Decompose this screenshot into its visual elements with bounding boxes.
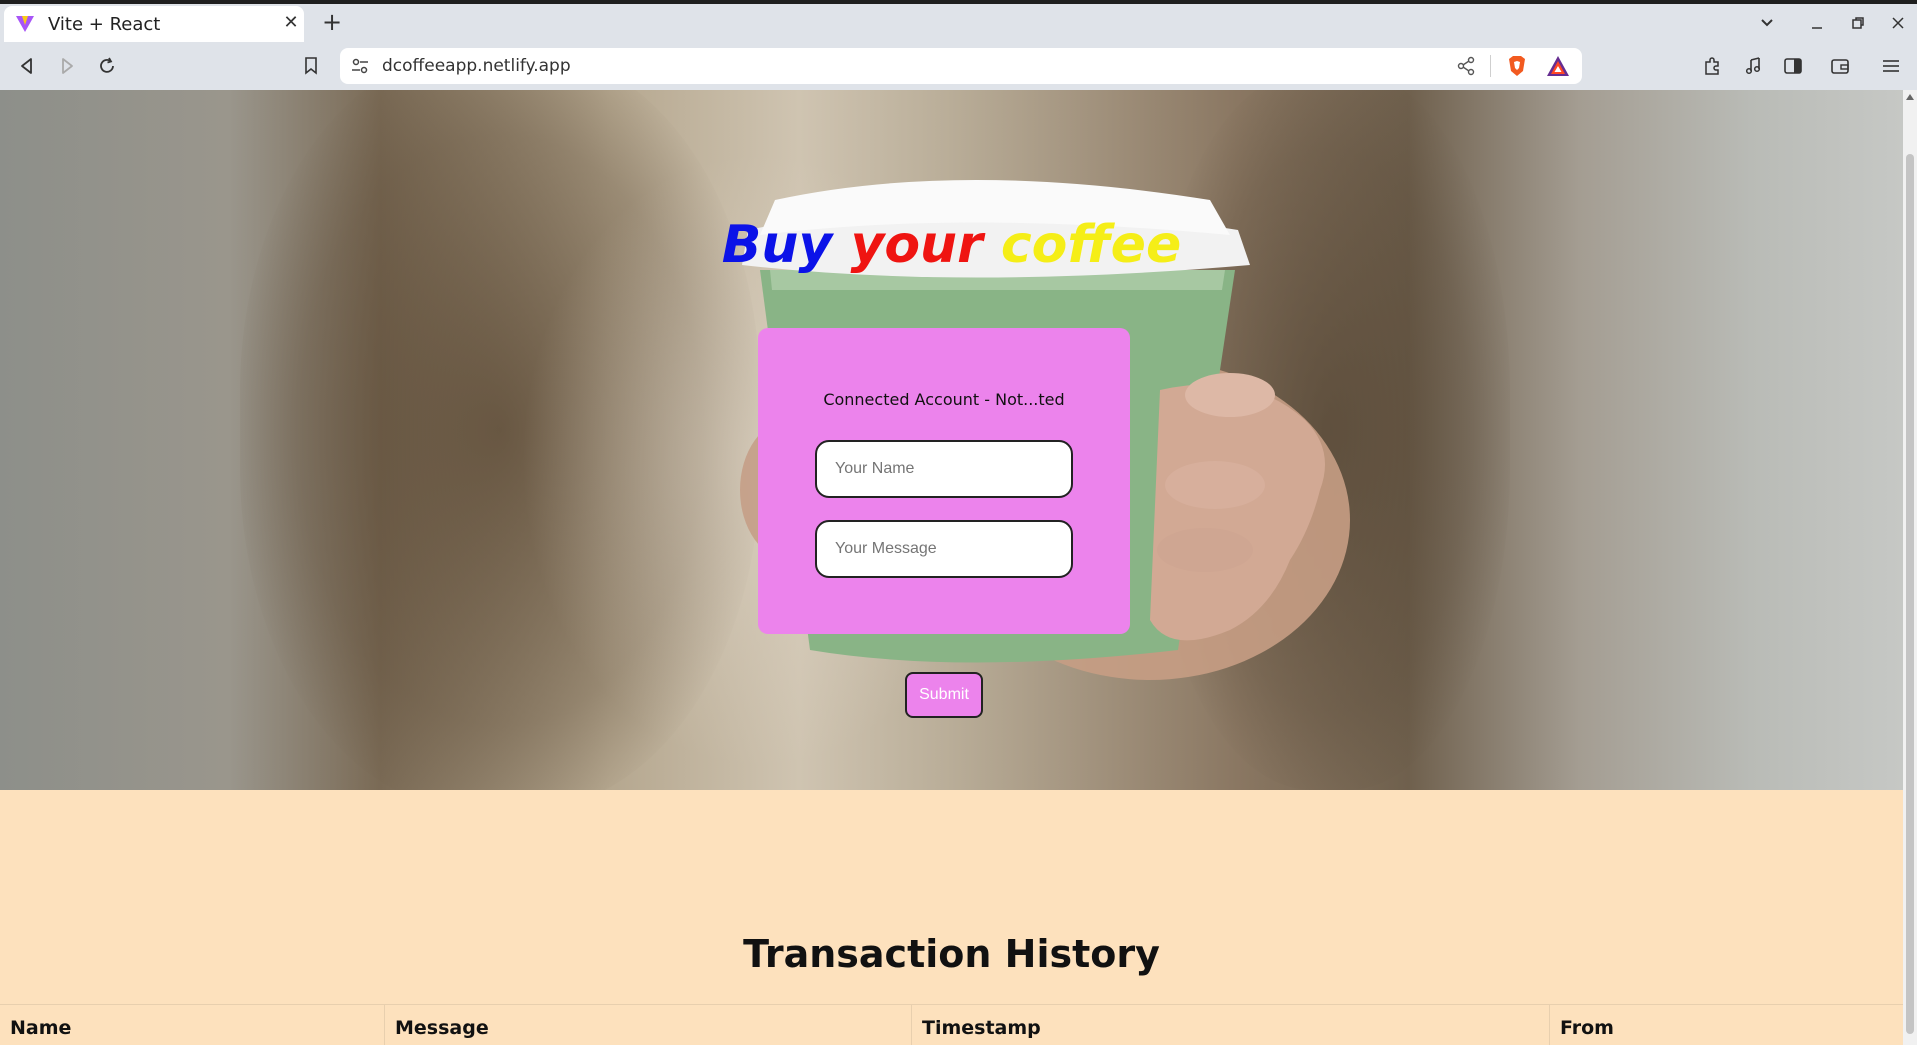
page-scrollbar[interactable] (1903, 90, 1917, 1045)
bookmark-icon[interactable] (296, 51, 326, 81)
transaction-history-title: Transaction History (743, 932, 1160, 976)
transaction-history-section: Transaction History Name Message Timesta… (0, 790, 1903, 1045)
connected-account-label: Connected Account - Not...ted (823, 390, 1065, 409)
column-header-from: From (1549, 1005, 1903, 1045)
title-word-your: your (850, 215, 983, 275)
address-bar[interactable]: dcoffeeapp.netlify.app (340, 48, 1582, 84)
title-word-coffee: coffee (1000, 215, 1182, 275)
close-window-icon[interactable] (1885, 10, 1911, 36)
scrollbar-thumb[interactable] (1906, 154, 1914, 1034)
menu-icon[interactable] (1876, 51, 1906, 81)
title-word-buy: Buy (721, 215, 833, 275)
column-header-message: Message (384, 1005, 911, 1045)
sidebar-icon[interactable] (1778, 51, 1808, 81)
browser-tab[interactable]: Vite + React ✕ (4, 6, 304, 42)
back-icon[interactable] (12, 51, 42, 81)
browser-toolbar: dcoffeeapp.netlify.app (0, 42, 1917, 90)
media-icon[interactable] (1738, 51, 1768, 81)
wallet-icon[interactable] (1825, 51, 1855, 81)
scroll-up-arrow-icon[interactable] (1906, 94, 1914, 100)
close-tab-icon[interactable]: ✕ (281, 12, 301, 33)
restore-icon[interactable] (1845, 10, 1871, 36)
page-viewport: Buy your coffee Connected Account - Not.… (0, 90, 1903, 1045)
hero-section: Buy your coffee Connected Account - Not.… (0, 90, 1903, 790)
vite-logo-icon (16, 16, 34, 32)
url-text: dcoffeeapp.netlify.app (382, 56, 571, 76)
forward-icon[interactable] (52, 51, 82, 81)
transaction-table: Name Message Timestamp From (0, 1004, 1903, 1045)
message-input[interactable] (815, 520, 1073, 578)
tab-list-chevron-icon[interactable] (1754, 10, 1780, 36)
address-bar-divider (1490, 55, 1491, 77)
submit-button[interactable]: Submit (905, 672, 983, 718)
reload-icon[interactable] (92, 51, 122, 81)
brave-rewards-icon[interactable] (1546, 55, 1570, 77)
page-title: Buy your coffee (0, 215, 1903, 275)
tab-bar: Vite + React ✕ + (0, 4, 1917, 42)
new-tab-button[interactable]: + (320, 10, 344, 34)
column-header-name: Name (10, 1017, 72, 1039)
coffee-form-card: Connected Account - Not...ted (758, 328, 1130, 634)
share-icon[interactable] (1456, 56, 1476, 76)
tab-title: Vite + React (48, 14, 161, 35)
name-input[interactable] (815, 440, 1073, 498)
minimize-icon[interactable] (1804, 10, 1830, 36)
site-settings-icon[interactable] (350, 56, 370, 76)
extensions-icon[interactable] (1697, 51, 1727, 81)
column-header-timestamp: Timestamp (911, 1005, 1549, 1045)
brave-shields-icon[interactable] (1505, 54, 1529, 78)
